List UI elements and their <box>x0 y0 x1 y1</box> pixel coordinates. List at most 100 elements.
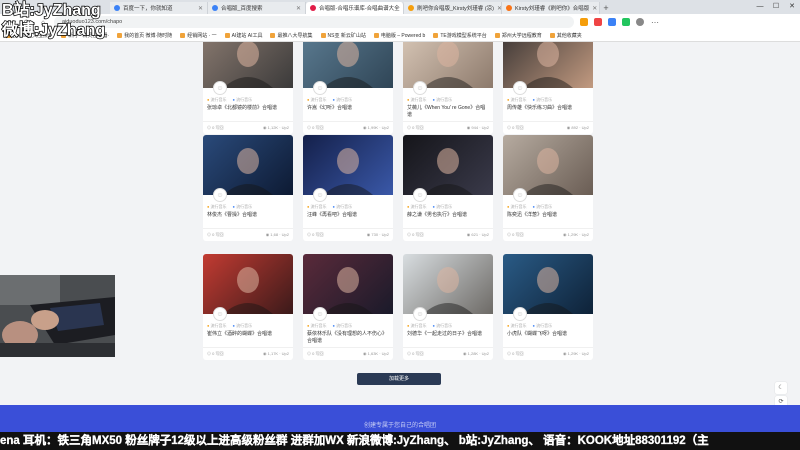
minimize-button[interactable]: — <box>752 0 768 14</box>
card-thumbnail[interactable] <box>203 254 293 314</box>
bookmark-item[interactable]: 电脑版 – Powered b <box>373 32 425 39</box>
score-card[interactable]: ☺ ● 流行音乐 ● 流行音乐 汪峰《再看吧》合唱谱 ⊙ 0 写回 ◉ 730 · Up2 <box>303 135 393 241</box>
card-title[interactable]: 许嵩《幻听》合唱谱 <box>303 103 393 118</box>
bookmark-item[interactable]: TE游戏模型系统平台 <box>433 32 487 39</box>
category-tag[interactable]: ● 流行音乐 <box>407 204 427 210</box>
card-thumbnail[interactable] <box>303 254 393 314</box>
genre-tag[interactable]: ● 流行音乐 <box>333 97 353 103</box>
card-thumbnail[interactable] <box>503 135 593 195</box>
uploader-avatar[interactable]: ☺ <box>213 307 227 321</box>
card-title[interactable]: 刘德华《一起走过的日子》合唱谱 <box>403 329 493 344</box>
category-tag[interactable]: ● 流行音乐 <box>207 204 227 210</box>
score-card[interactable]: ☺ ● 流行音乐 ● 流行音乐 艾薇儿《When You' re Gone》合唱谱 ⊙ … <box>403 42 493 134</box>
uploader-avatar[interactable]: ☺ <box>413 188 427 202</box>
load-more-button[interactable]: 加载更多 <box>357 373 441 385</box>
genre-tag[interactable]: ● 流行音乐 <box>533 97 553 103</box>
bookmark-item[interactable]: NS亚 新云矿山站 <box>320 32 366 39</box>
category-tag[interactable]: ● 流行音乐 <box>307 323 327 329</box>
extension-icon[interactable] <box>608 18 616 26</box>
genre-tag[interactable]: ● 流行音乐 <box>533 323 553 329</box>
score-card[interactable]: ☺ ● 流行音乐 ● 流行音乐 薛之谦《男也执行》合唱谱 ⊙ 0 写回 ◉ 621 · U… <box>403 135 493 241</box>
score-card[interactable]: ☺ ● 流行音乐 ● 流行音乐 许嵩《幻听》合唱谱 ⊙ 0 写回 ◉ 1,99K · Up… <box>303 42 393 134</box>
uploader-avatar[interactable]: ☺ <box>513 307 527 321</box>
category-tag[interactable]: ● 流行音乐 <box>507 323 527 329</box>
genre-tag[interactable]: ● 流行音乐 <box>233 323 253 329</box>
genre-tag[interactable]: ● 流行音乐 <box>433 323 453 329</box>
close-window-button[interactable]: ✕ <box>784 0 800 14</box>
browser-tab[interactable]: Kirsty刘瑾睿《刷吧你》合唱版 ✕ <box>502 2 600 14</box>
card-thumbnail[interactable] <box>403 254 493 314</box>
url-input[interactable]: aiduoduo123.com/chapo <box>54 16 574 28</box>
score-card[interactable]: ☺ ● 流行音乐 ● 流行音乐 周传雄《快乐练习曲》合唱谱 ⊙ 0 写回 ◉ 892 · … <box>503 42 593 134</box>
category-tag[interactable]: ● 流行音乐 <box>307 204 327 210</box>
bookmark-item[interactable]: 我的首页 微博·随时随 <box>117 32 172 39</box>
genre-tag[interactable]: ● 流行音乐 <box>333 323 353 329</box>
new-tab-button[interactable]: + <box>600 2 612 14</box>
more-menu-icon[interactable]: ⋯ <box>650 18 660 27</box>
card-title[interactable]: 蔡依林乐队《没有理想的人不伤心》合唱谱 <box>303 329 393 344</box>
genre-tag[interactable]: ● 流行音乐 <box>233 204 253 210</box>
close-tab-icon[interactable]: ✕ <box>592 5 597 12</box>
genre-tag[interactable]: ● 流行音乐 <box>433 204 453 210</box>
genre-tag[interactable]: ● 流行音乐 <box>533 204 553 210</box>
score-card[interactable]: ☺ ● 流行音乐 ● 流行音乐 张琼卓《北都镜的楼前》合唱谱 ⊙ 0 写回 ◉ 1,12K… <box>203 42 293 134</box>
extension-icon[interactable] <box>622 18 630 26</box>
category-tag[interactable]: ● 流行音乐 <box>407 323 427 329</box>
category-tag[interactable]: ● 流行音乐 <box>407 97 427 103</box>
card-thumbnail[interactable] <box>303 135 393 195</box>
category-tag[interactable]: ● 流行音乐 <box>507 204 527 210</box>
genre-tag[interactable]: ● 流行音乐 <box>233 97 253 103</box>
uploader-avatar[interactable]: ☺ <box>213 81 227 95</box>
score-card[interactable]: ☺ ● 流行音乐 ● 流行音乐 陈奕迅《洋葱》合唱谱 ⊙ 0 写回 ◉ 1,29K · U… <box>503 135 593 241</box>
card-title[interactable]: 张琼卓《北都镜的楼前》合唱谱 <box>203 103 293 118</box>
card-title[interactable]: 薛之谦《男也执行》合唱谱 <box>403 210 493 225</box>
close-tab-icon[interactable]: ✕ <box>198 5 203 12</box>
card-thumbnail[interactable] <box>203 135 293 195</box>
uploader-avatar[interactable]: ☺ <box>313 307 327 321</box>
bookmark-item[interactable]: 最推八大导航集 <box>270 32 313 39</box>
uploader-avatar[interactable]: ☺ <box>313 188 327 202</box>
card-title[interactable]: 小虎队《蝴蝶飞呀》合唱谱 <box>503 329 593 344</box>
genre-tag[interactable]: ● 流行音乐 <box>333 204 353 210</box>
uploader-avatar[interactable]: ☺ <box>513 81 527 95</box>
bookmark-item[interactable]: 其他收藏夹 <box>549 32 582 39</box>
uploader-avatar[interactable]: ☺ <box>513 188 527 202</box>
score-card[interactable]: ☺ ● 流行音乐 ● 流行音乐 蔡依林乐队《没有理想的人不伤心》合唱谱 ⊙ 0 写回 ◉ … <box>303 254 393 360</box>
card-thumbnail[interactable] <box>403 135 493 195</box>
bookmark-item[interactable]: 郑州大学远程教育 <box>494 32 542 39</box>
uploader-avatar[interactable]: ☺ <box>213 188 227 202</box>
bookmark-item[interactable]: 经销网站 · 一 <box>180 32 217 39</box>
card-title[interactable]: 周传雄《快乐练习曲》合唱谱 <box>503 103 593 118</box>
card-thumbnail[interactable] <box>503 254 593 314</box>
category-tag[interactable]: ● 流行音乐 <box>207 323 227 329</box>
category-tag[interactable]: ● 流行音乐 <box>507 97 527 103</box>
card-title[interactable]: 林俊杰《曹操》合唱谱 <box>203 210 293 225</box>
maximize-button[interactable]: ☐ <box>768 0 784 14</box>
score-card[interactable]: ☺ ● 流行音乐 ● 流行音乐 刘德华《一起走过的日子》合唱谱 ⊙ 0 写回 ◉ 1,28… <box>403 254 493 360</box>
browser-tab[interactable]: 百度一下，你就知道 ✕ <box>110 2 208 14</box>
genre-tag[interactable]: ● 流行音乐 <box>433 97 453 103</box>
window-controls: — ☐ ✕ <box>752 0 800 14</box>
browser-tab[interactable]: 合唱版-合唱乐谱库-合唱曲谱大全✕ <box>306 2 404 14</box>
category-tag[interactable]: ● 流行音乐 <box>307 97 327 103</box>
uploader-avatar[interactable]: ☺ <box>413 81 427 95</box>
extension-icon[interactable] <box>580 18 588 26</box>
category-tag[interactable]: ● 流行音乐 <box>207 97 227 103</box>
card-title[interactable]: 汪峰《再看吧》合唱谱 <box>303 210 393 225</box>
card-title[interactable]: 艾薇儿《When You' re Gone》合唱谱 <box>403 103 493 118</box>
profile-avatar[interactable] <box>636 18 644 26</box>
bookmark-item[interactable]: AI建站 AI工具 <box>224 32 262 39</box>
uploader-avatar[interactable]: ☺ <box>413 307 427 321</box>
extension-icon[interactable] <box>594 18 602 26</box>
card-title[interactable]: 陈奕迅《洋葱》合唱谱 <box>503 210 593 225</box>
score-card[interactable]: ☺ ● 流行音乐 ● 流行音乐 林俊杰《曹操》合唱谱 ⊙ 0 写回 ◉ 1,68 · Up… <box>203 135 293 241</box>
score-card[interactable]: ☺ ● 流行音乐 ● 流行音乐 小虎队《蝴蝶飞呀》合唱谱 ⊙ 0 写回 ◉ 1,29K ·… <box>503 254 593 360</box>
score-card[interactable]: ☺ ● 流行音乐 ● 流行音乐 崔伟立《酒醉的蝴蝶》合唱谱 ⊙ 0 写回 ◉ 1,17K … <box>203 254 293 360</box>
dark-mode-icon[interactable]: ☾ <box>775 382 787 394</box>
uploader-avatar[interactable]: ☺ <box>313 81 327 95</box>
browser-tab[interactable]: 刷吧你合唱版_Kirsty刘瑾睿 (凉) ✕ <box>404 2 502 14</box>
close-tab-icon[interactable]: ✕ <box>296 5 301 12</box>
refresh-icon[interactable]: ⟳ <box>775 396 787 405</box>
browser-tab[interactable]: 合唱版_百度搜索 ✕ <box>208 2 306 14</box>
card-title[interactable]: 崔伟立《酒醉的蝴蝶》合唱谱 <box>203 329 293 344</box>
